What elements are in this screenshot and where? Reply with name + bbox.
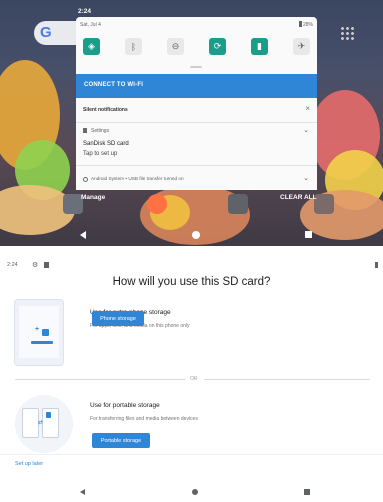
recents-icon[interactable] bbox=[305, 231, 312, 238]
page-title: How will you use this SD card? bbox=[112, 276, 271, 288]
sd-card-icon bbox=[42, 329, 49, 336]
battery-icon bbox=[298, 21, 302, 27]
home-icon[interactable] bbox=[192, 231, 200, 239]
notification-app-name: Settings bbox=[91, 128, 110, 134]
sd-card-icon bbox=[44, 262, 49, 268]
status-time: 2:24 bbox=[78, 8, 92, 15]
battery-indicator: 28% bbox=[298, 21, 313, 28]
option-portable-storage-subtitle: For transferring files and media between… bbox=[90, 416, 198, 422]
gear-icon: ⚙ bbox=[32, 262, 39, 269]
date-label: Sat, Jul 4 bbox=[80, 22, 101, 28]
home-app-icon[interactable] bbox=[147, 194, 167, 214]
android-system-text: Android System • USB file transfer turne… bbox=[91, 176, 184, 181]
transfer-arrows-icon: ⇄ bbox=[38, 420, 44, 426]
settings-app-icon[interactable] bbox=[228, 194, 248, 214]
phone-screen: + bbox=[19, 306, 59, 358]
status-time: 2:24 bbox=[7, 262, 18, 268]
sd-card-icon bbox=[46, 412, 51, 418]
storage-bar bbox=[31, 341, 53, 344]
sd-card-setup-screenshot: 2:24 ⚙ How will you use this SD card? + … bbox=[0, 258, 383, 502]
do-not-disturb-tile[interactable]: ⊖ bbox=[167, 38, 184, 55]
option-portable-storage-title: Use for portable storage bbox=[90, 402, 160, 409]
manage-button[interactable]: Manage bbox=[81, 194, 105, 201]
notification-app: Settings bbox=[83, 128, 109, 134]
battery-saver-icon: ▮ bbox=[257, 41, 262, 51]
apps-grid-icon[interactable] bbox=[340, 26, 354, 40]
notification-shade-screenshot: G 2:24 Sat, Jul 4 28% ◈ ᛒ ⊖ ⟳ ▮ ✈ CONNECT TO … bbox=[0, 0, 383, 246]
back-icon[interactable] bbox=[80, 489, 85, 495]
google-icon: G bbox=[40, 24, 52, 41]
chevron-down-icon[interactable]: ⌄ bbox=[303, 126, 309, 134]
airplane-mode-icon: ✈ bbox=[297, 41, 306, 51]
notification-subtitle: Tap to set up bbox=[83, 151, 118, 157]
auto-rotate-icon: ⟳ bbox=[213, 41, 222, 51]
silent-notifications-header: Silent notifications × bbox=[76, 98, 317, 123]
auto-rotate-tile[interactable]: ⟳ bbox=[209, 38, 226, 55]
home-icon[interactable] bbox=[192, 489, 198, 495]
set-up-later-link[interactable]: Set up later bbox=[15, 461, 43, 467]
drag-handle[interactable] bbox=[190, 66, 202, 68]
wifi-icon: ◈ bbox=[88, 41, 95, 51]
clear-all-button[interactable]: CLEAR ALL bbox=[280, 194, 317, 201]
silent-notifications-title: Silent notifications bbox=[83, 107, 128, 113]
navigation-bar bbox=[0, 226, 383, 246]
close-icon[interactable]: × bbox=[305, 104, 310, 113]
home-app-icon[interactable] bbox=[314, 194, 334, 214]
bluetooth-icon: ᛒ bbox=[130, 41, 137, 52]
bluetooth-tile[interactable]: ᛒ bbox=[125, 38, 142, 55]
android-system-icon bbox=[83, 177, 88, 182]
connect-wifi-label: CONNECT TO WI-FI bbox=[84, 82, 144, 88]
home-app-icon[interactable] bbox=[63, 194, 83, 214]
battery-icon bbox=[375, 262, 378, 268]
sd-card-icon bbox=[83, 128, 87, 133]
quick-settings-panel: Sat, Jul 4 28% ◈ ᛒ ⊖ ⟳ ▮ ✈ bbox=[76, 17, 317, 74]
recents-icon[interactable] bbox=[304, 489, 310, 495]
connect-wifi-banner[interactable]: CONNECT TO WI-FI bbox=[76, 74, 317, 98]
wifi-tile[interactable]: ◈ bbox=[83, 38, 100, 55]
divider bbox=[204, 379, 370, 380]
airplane-mode-tile[interactable]: ✈ bbox=[293, 38, 310, 55]
status-bar: 2:24 ⚙ bbox=[0, 258, 383, 272]
notification-title: SanDisk SD card bbox=[83, 141, 129, 147]
divider bbox=[15, 379, 185, 380]
do-not-disturb-icon: ⊖ bbox=[171, 41, 180, 51]
phone-storage-illustration: + bbox=[14, 299, 64, 366]
battery-saver-tile[interactable]: ▮ bbox=[251, 38, 268, 55]
divider bbox=[76, 165, 317, 166]
phone-storage-button[interactable]: Phone storage bbox=[92, 311, 144, 326]
portable-storage-button[interactable]: Portable storage bbox=[92, 433, 150, 448]
divider bbox=[0, 454, 383, 455]
device-icon bbox=[22, 408, 39, 438]
or-label: OR bbox=[190, 376, 198, 382]
notifications-panel: Silent notifications × Settings ⌄ SanDis… bbox=[76, 98, 317, 190]
battery-percent: 28% bbox=[302, 22, 313, 28]
plus-icon: + bbox=[35, 326, 40, 333]
back-icon[interactable] bbox=[80, 231, 86, 239]
android-system-row: Android System • USB file transfer turne… bbox=[83, 176, 184, 182]
chevron-down-icon[interactable]: ⌄ bbox=[303, 174, 309, 182]
